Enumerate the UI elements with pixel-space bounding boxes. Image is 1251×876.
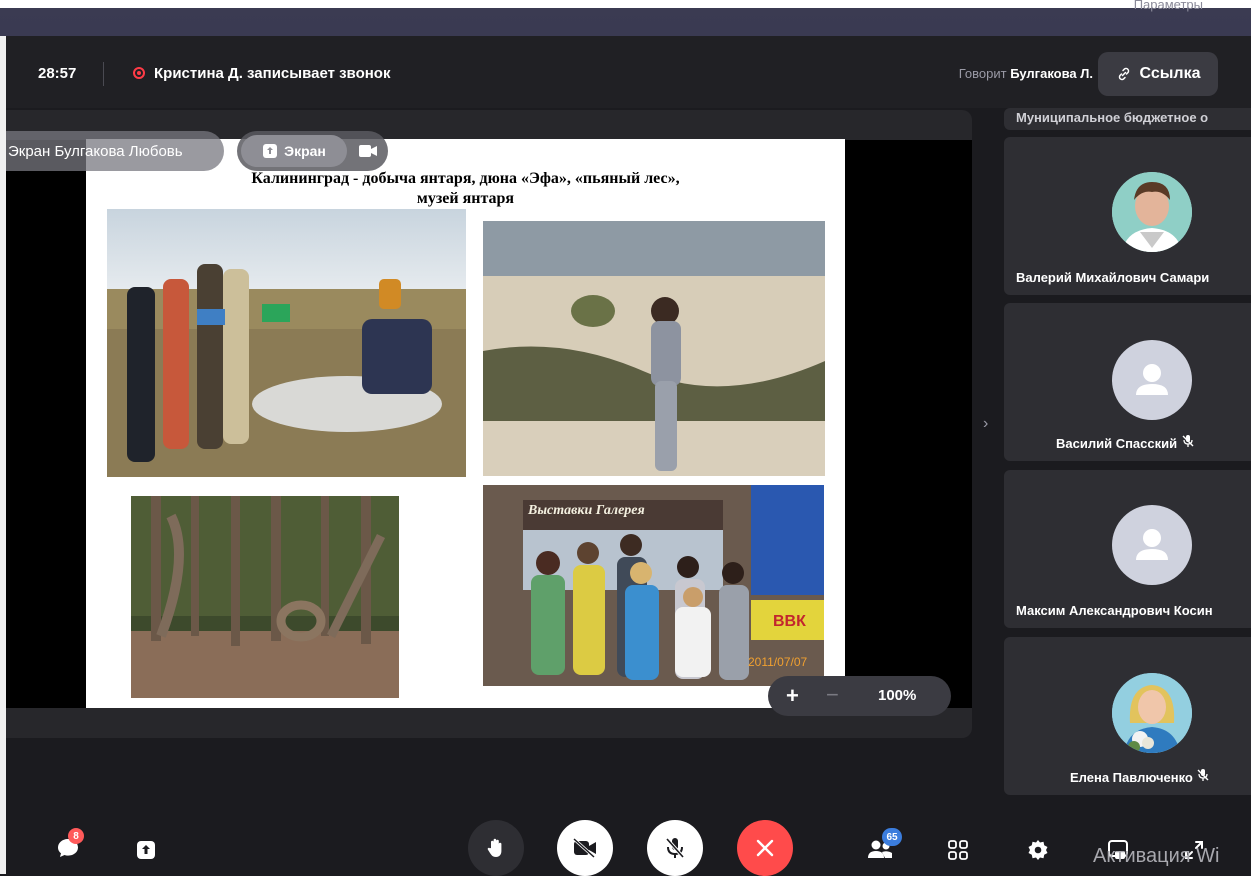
video-camera-icon[interactable] xyxy=(359,145,377,157)
photo-date-stamp: 2011/07/07 xyxy=(748,655,808,669)
header-divider xyxy=(103,62,104,86)
participant-name-row: Василий Спасский xyxy=(1056,434,1195,451)
raise-hand-icon xyxy=(487,838,502,857)
screen-owner-label: Экран Булгакова Любовь xyxy=(6,131,224,171)
zoom-level: 100% xyxy=(878,687,917,704)
share-screen-icon xyxy=(263,144,278,158)
participant-tile[interactable]: Елена Павлюченко xyxy=(1004,637,1251,795)
user-placeholder-icon xyxy=(1136,364,1168,395)
avatar xyxy=(1112,673,1192,753)
mic-muted-icon xyxy=(1197,769,1209,781)
screen-owner-text: Экран Булгакова Любовь xyxy=(8,142,183,160)
share-screen-icon xyxy=(137,841,155,859)
call-header: 28:57 Кристина Д. записывает звонок Гово… xyxy=(6,36,1251,108)
user-placeholder-icon xyxy=(1136,529,1168,560)
recording-status: Кристина Д. записывает звонок xyxy=(154,65,391,82)
background-settings-label: Параметры xyxy=(1133,0,1203,12)
participant-name-row: Елена Павлюченко xyxy=(1070,768,1210,785)
active-speaker: Говорит Булгакова Л. xyxy=(959,66,1093,81)
call-toolbar xyxy=(6,805,1251,874)
participant-name: Муниципальное бюджетное о xyxy=(1016,110,1209,125)
slide-title: Калининград - добыча янтаря, дюна «Эфа»,… xyxy=(86,169,845,209)
photo-amber-dig xyxy=(107,209,466,477)
museum-sign-text: Выставки Галерея xyxy=(528,503,645,518)
call-timer: 28:57 xyxy=(38,65,77,82)
mic-muted-icon xyxy=(1182,435,1194,447)
grid-view-button[interactable] xyxy=(944,836,972,864)
zoom-in-button[interactable]: + xyxy=(786,683,799,709)
link-icon xyxy=(1118,67,1129,81)
presentation-slide: Калининград - добыча янтаря, дюна «Эфа»,… xyxy=(86,139,845,708)
participant-tile[interactable]: Максим Александрович Косин xyxy=(1004,470,1251,628)
record-icon xyxy=(133,67,145,79)
next-page-chevron-icon[interactable]: › xyxy=(983,415,988,433)
slide-title-line2: музей янтаря xyxy=(416,190,515,207)
zoom-control: + − 100% xyxy=(768,676,951,716)
participant-tile[interactable]: Муниципальное бюджетное о xyxy=(1004,108,1251,130)
top-strip: Параметры xyxy=(0,0,1251,36)
chat-button[interactable]: 8 xyxy=(52,828,84,864)
windows-activation-watermark: Активация Wi xyxy=(1093,845,1220,867)
zoom-out-button[interactable]: − xyxy=(826,682,839,708)
end-call-icon xyxy=(756,839,774,857)
chat-unread-badge: 8 xyxy=(68,828,84,844)
participant-name: Валерий Михайлович Самари xyxy=(1016,270,1210,285)
tab-screen[interactable]: Экран xyxy=(241,135,347,167)
tab-screen-label: Экран xyxy=(284,143,326,159)
settings-button[interactable] xyxy=(1024,836,1052,864)
slide-title-line1: Калининград - добыча янтаря, дюна «Эфа»,… xyxy=(251,170,680,187)
mic-toggle-button[interactable] xyxy=(647,820,703,876)
share-screen-button[interactable] xyxy=(132,836,160,864)
end-call-button[interactable] xyxy=(737,820,793,876)
photo-amber-museum-group: Выставки Галерея ВВК 2011/07/07 xyxy=(483,485,824,686)
grid-view-icon xyxy=(948,840,968,860)
link-label: Ссылка xyxy=(1139,65,1201,82)
avatar xyxy=(1112,340,1192,420)
speaker-prefix: Говорит xyxy=(958,66,1007,81)
participants-button[interactable]: 65 xyxy=(862,828,902,864)
participants-count-badge: 65 xyxy=(882,828,902,846)
camera-off-icon xyxy=(572,838,596,858)
raise-hand-button[interactable] xyxy=(468,820,524,876)
participant-tile[interactable]: Василий Спасский xyxy=(1004,303,1251,461)
avatar xyxy=(1112,172,1192,252)
photo-dune-efa xyxy=(483,221,825,476)
participant-name: Елена Павлюченко xyxy=(1070,770,1193,785)
speaker-name: Булгакова Л. xyxy=(1010,66,1093,81)
participant-name: Максим Александрович Косин xyxy=(1016,603,1213,618)
photo-dancing-forest xyxy=(131,496,399,698)
avatar xyxy=(1112,505,1192,585)
mic-off-icon xyxy=(665,837,685,859)
participant-tile[interactable]: Валерий Михайлович Самари xyxy=(1004,137,1251,295)
screen-source-switch: Экран xyxy=(237,131,388,171)
settings-icon xyxy=(1028,840,1048,860)
camera-toggle-button[interactable] xyxy=(557,820,613,876)
copy-link-button[interactable]: Ссылка xyxy=(1098,52,1218,96)
museum-banner-text: ВВК xyxy=(773,613,806,630)
participant-name: Василий Спасский xyxy=(1056,436,1178,451)
